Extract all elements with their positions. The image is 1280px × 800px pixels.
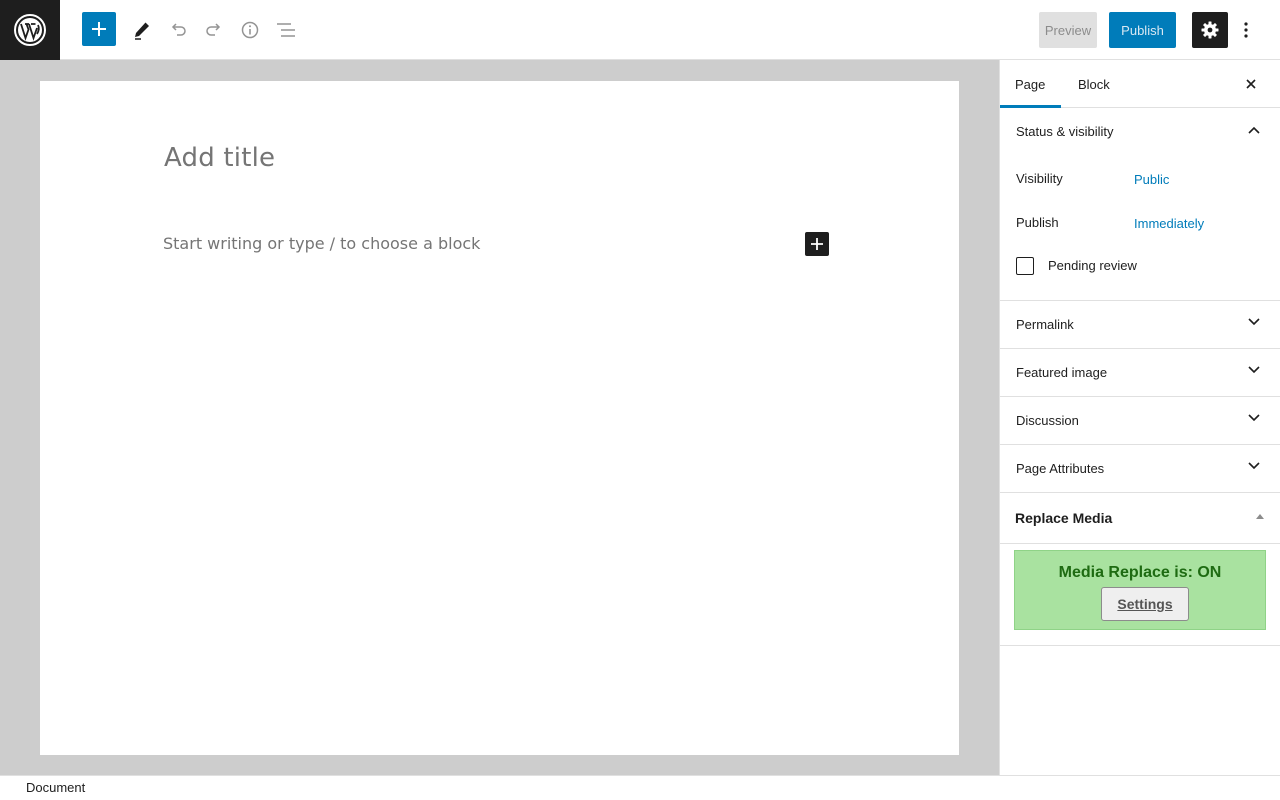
publish-button[interactable]: Publish <box>1109 12 1176 48</box>
block-inserter-button[interactable] <box>82 12 116 46</box>
wordpress-logo-button[interactable] <box>0 0 60 60</box>
sidebar-tabs: Page Block <box>1000 60 1280 108</box>
plus-icon <box>92 22 106 36</box>
info-icon <box>241 21 259 39</box>
chevron-down-icon <box>1248 318 1260 326</box>
more-vertical-icon <box>1244 22 1248 38</box>
tab-page[interactable]: Page <box>1015 60 1045 108</box>
options-button[interactable] <box>1232 12 1260 48</box>
panel-label: Featured image <box>1016 365 1108 380</box>
media-replace-status: Media Replace is: ON <box>1058 564 1222 581</box>
visibility-label: Visibility <box>1016 171 1063 186</box>
editor-toolbar: Preview Publish <box>0 0 1280 60</box>
permalink-panel-toggle[interactable]: Permalink <box>1000 301 1280 349</box>
replace-media-panel: Media Replace is: ON Settings <box>1000 544 1280 646</box>
collapse-arrow-icon <box>1256 514 1264 519</box>
pencil-icon <box>135 22 149 40</box>
editor-page: Add title Start writing or type / to cho… <box>40 81 959 755</box>
paragraph-block-placeholder[interactable]: Start writing or type / to choose a bloc… <box>163 234 480 253</box>
chevron-down-icon <box>1248 462 1260 470</box>
visibility-toggle[interactable]: Public <box>1134 172 1169 187</box>
details-button[interactable] <box>232 12 268 48</box>
chevron-down-icon <box>1248 414 1260 422</box>
post-title-input[interactable]: Add title <box>164 143 275 173</box>
publish-label: Publish <box>1016 215 1059 230</box>
media-replace-status-box: Media Replace is: ON Settings <box>1014 550 1266 630</box>
panel-label: Permalink <box>1016 317 1074 332</box>
page-attributes-panel-toggle[interactable]: Page Attributes <box>1000 445 1280 493</box>
panel-label: Discussion <box>1016 413 1079 428</box>
chevron-down-icon <box>1248 366 1260 374</box>
list-view-icon <box>277 23 295 37</box>
plus-icon <box>811 238 823 250</box>
pending-review-label: Pending review <box>1048 258 1137 273</box>
tools-button[interactable] <box>124 12 160 48</box>
media-replace-settings-button[interactable]: Settings <box>1101 587 1189 621</box>
wordpress-icon <box>14 14 46 46</box>
undo-icon <box>171 23 186 36</box>
editor-canvas: Add title Start writing or type / to cho… <box>0 60 999 775</box>
preview-button[interactable]: Preview <box>1039 12 1097 48</box>
tab-block[interactable]: Block <box>1078 60 1110 108</box>
close-sidebar-button[interactable] <box>1241 74 1261 94</box>
panel-label: Page Attributes <box>1016 461 1105 476</box>
featured-image-panel-toggle[interactable]: Featured image <box>1000 349 1280 397</box>
breadcrumb[interactable]: Document <box>26 780 85 795</box>
replace-media-title: Replace Media <box>1015 510 1113 526</box>
undo-button[interactable] <box>160 12 196 48</box>
add-block-button[interactable] <box>805 232 829 256</box>
editor-footer: Document <box>0 775 1280 800</box>
redo-icon <box>206 23 221 36</box>
close-icon <box>1246 79 1256 89</box>
list-view-button[interactable] <box>268 12 304 48</box>
publish-date-toggle[interactable]: Immediately <box>1134 216 1204 231</box>
discussion-panel-toggle[interactable]: Discussion <box>1000 397 1280 445</box>
status-visibility-toggle[interactable]: Status & visibility <box>1016 124 1114 139</box>
replace-media-panel-toggle[interactable]: Replace Media <box>1000 493 1280 544</box>
settings-sidebar: Page Block Status & visibility Visibilit… <box>999 60 1280 775</box>
chevron-up-icon[interactable] <box>1248 126 1260 134</box>
gear-icon <box>1201 21 1219 39</box>
status-visibility-panel: Status & visibility Visibility Public Pu… <box>1000 108 1280 301</box>
settings-button[interactable] <box>1192 12 1228 48</box>
pending-review-checkbox[interactable] <box>1016 257 1034 275</box>
redo-button[interactable] <box>196 12 232 48</box>
